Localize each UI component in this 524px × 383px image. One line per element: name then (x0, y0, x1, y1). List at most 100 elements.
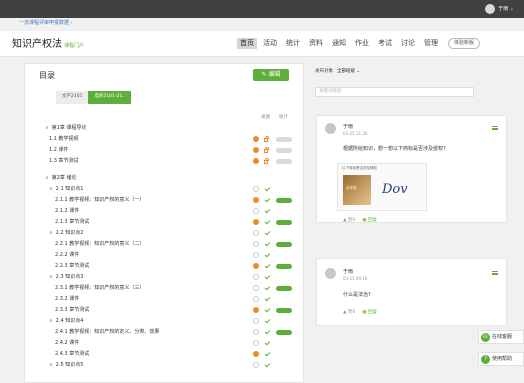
section-row[interactable]: ∧ 2.3 知识点3 (49, 273, 83, 281)
publish-check-icon[interactable] (264, 207, 271, 214)
publish-check-icon[interactable] (264, 185, 271, 192)
reply-label: 回复 (367, 310, 377, 315)
catalog-item-label: 2.1.3 章节测试 (55, 218, 90, 225)
collapse-toggle-icon[interactable]: ∧ (49, 274, 53, 280)
catalog-item-label: 2.3.3 章节测试 (55, 306, 90, 313)
lesson-row[interactable]: 2.3.3 章节测试 (55, 306, 89, 314)
publish-check-icon[interactable] (264, 328, 271, 335)
lesson-row[interactable]: 2.1.3 章节测试 (55, 218, 89, 226)
stats-badge[interactable] (276, 148, 292, 153)
status-circle-icon (253, 318, 259, 324)
brand-logo: Dov (382, 182, 408, 197)
collapse-toggle-icon[interactable]: ∧ (45, 125, 49, 131)
menu-icon[interactable] (492, 126, 498, 130)
class-tab[interactable]: 文产2101 (56, 91, 89, 104)
lesson-row[interactable]: 2.4.1 教学视频：知识产权的定义、分类、效果 (55, 328, 159, 336)
stats-badge[interactable] (276, 220, 292, 225)
chapter-row[interactable]: ∧ 第1章 课程导论 (45, 124, 86, 132)
stats-badge[interactable] (276, 137, 292, 142)
lesson-row[interactable]: 2.1.1 教学视频：知识产权的意义（一） (55, 196, 144, 204)
publish-check-icon[interactable] (264, 339, 271, 346)
warning-icon (253, 351, 259, 357)
pencil-icon: ✎ (261, 71, 267, 78)
search-input[interactable]: 关键词搜索 (315, 87, 474, 97)
post-image-attachment[interactable]: 以下商标是否涉及侵权 丝华芙 Dov (337, 163, 427, 211)
lesson-row[interactable]: 2.2.1 教学视频：知识产权的意义（二） (55, 240, 144, 248)
filter-label: 发布对象 (315, 69, 333, 74)
publish-check-icon[interactable] (264, 284, 271, 291)
tab-home[interactable]: 首页 (237, 38, 257, 49)
publish-check-icon[interactable] (264, 218, 271, 225)
reply-button[interactable]: ▣ 回复 (362, 218, 377, 224)
tab-notices[interactable]: 通知 (329, 38, 349, 49)
status-circle-icon (253, 296, 259, 302)
lock-icon[interactable] (264, 147, 269, 153)
lesson-row[interactable]: 2.3.2 课件 (55, 295, 79, 303)
section-row[interactable]: ∧ 2.5 知识点5 (49, 361, 83, 369)
publish-check-icon[interactable] (264, 251, 271, 258)
publish-check-icon[interactable] (264, 306, 271, 313)
lesson-row[interactable]: 2.3.1 教学视频：知识产权的意义（三） (55, 284, 144, 292)
lesson-row[interactable]: 2.1.2 课件 (55, 207, 79, 215)
section-row[interactable]: 1.3 章节测试 (49, 157, 79, 165)
tab-manage[interactable]: 管理 (421, 38, 441, 49)
tab-materials[interactable]: 资料 (306, 38, 326, 49)
publish-check-icon[interactable] (264, 361, 271, 368)
publish-check-icon[interactable] (264, 229, 271, 236)
like-button[interactable]: ▲ 赞0 (343, 218, 355, 224)
publish-check-icon[interactable] (264, 295, 271, 302)
tab-statistics[interactable]: 统计 (283, 38, 303, 49)
section-row[interactable]: ∧ 2.2 知识点2 (49, 229, 83, 237)
collapse-toggle-icon[interactable]: ∧ (49, 186, 53, 192)
collapse-toggle-icon[interactable]: ∧ (49, 362, 53, 368)
stats-badge[interactable] (276, 159, 292, 164)
stats-badge[interactable] (276, 198, 292, 203)
stats-badge[interactable] (276, 286, 292, 291)
catalog-item-label: 2.2.2 课件 (55, 251, 80, 258)
collapse-toggle-icon[interactable]: ∧ (45, 175, 49, 181)
user-menu[interactable]: 于雨 ⌄ (485, 4, 514, 14)
lesson-row[interactable]: 2.4.2 课件 (55, 339, 79, 347)
lock-icon[interactable] (264, 158, 269, 164)
publish-check-icon[interactable] (264, 262, 271, 269)
experience-new-button[interactable]: 体验新版 (448, 38, 481, 49)
lesson-row[interactable]: 2.2.2 课件 (55, 251, 79, 259)
section-row[interactable]: ∧ 2.1 知识点1 (49, 185, 83, 193)
collapse-toggle-icon[interactable]: ∧ (49, 230, 53, 236)
help-button[interactable]: ? 使用帮助 (478, 352, 524, 366)
collapse-toggle-icon[interactable]: ∧ (49, 318, 53, 324)
reply-label: 回复 (367, 218, 377, 223)
status-circle-icon (253, 274, 259, 280)
tab-exam[interactable]: 考试 (375, 38, 395, 49)
menu-icon[interactable] (492, 271, 498, 275)
publish-target-filter[interactable]: 发布对象 全部班级 ⌄ (315, 69, 360, 75)
tab-discussion[interactable]: 讨论 (398, 38, 418, 49)
breadcrumb[interactable]: 一流课程评审申报数据 › (19, 21, 73, 26)
stats-badge[interactable] (276, 308, 292, 313)
section-row[interactable]: 1.2 课件 (49, 146, 69, 154)
help-label: 使用帮助 (492, 355, 513, 362)
publish-check-icon[interactable] (264, 196, 271, 203)
publish-check-icon[interactable] (264, 350, 271, 357)
tab-activity[interactable]: 活动 (260, 38, 280, 49)
publish-check-icon[interactable] (264, 317, 271, 324)
catalog-item-label: 1.2 课件 (49, 146, 69, 153)
lesson-row[interactable]: 2.4.3 章节测试 (55, 350, 89, 358)
publish-check-icon[interactable] (264, 240, 271, 247)
stats-badge[interactable] (276, 242, 292, 247)
publish-check-icon[interactable] (264, 273, 271, 280)
stats-badge[interactable] (276, 264, 292, 269)
section-row[interactable]: ∧ 2.4 知识点4 (49, 317, 83, 325)
tab-homework[interactable]: 作业 (352, 38, 372, 49)
online-service-button[interactable]: ☊ 在线客服 (478, 330, 524, 344)
like-button[interactable]: ▲ 赞0 (343, 310, 355, 316)
chapter-row[interactable]: ∧ 第2章 绪论 (45, 174, 76, 182)
reply-button[interactable]: ▣ 回复 (362, 310, 377, 316)
lock-icon[interactable] (264, 136, 269, 142)
stats-badge[interactable] (276, 330, 292, 335)
class-tab-active[interactable]: 电商2101-21.. (88, 91, 132, 104)
question-icon: ? (481, 354, 490, 364)
section-row[interactable]: 1.1 教学视频 (49, 135, 79, 143)
edit-button[interactable]: ✎ 编辑 (253, 69, 289, 81)
lesson-row[interactable]: 2.2.3 章节测试 (55, 262, 89, 270)
